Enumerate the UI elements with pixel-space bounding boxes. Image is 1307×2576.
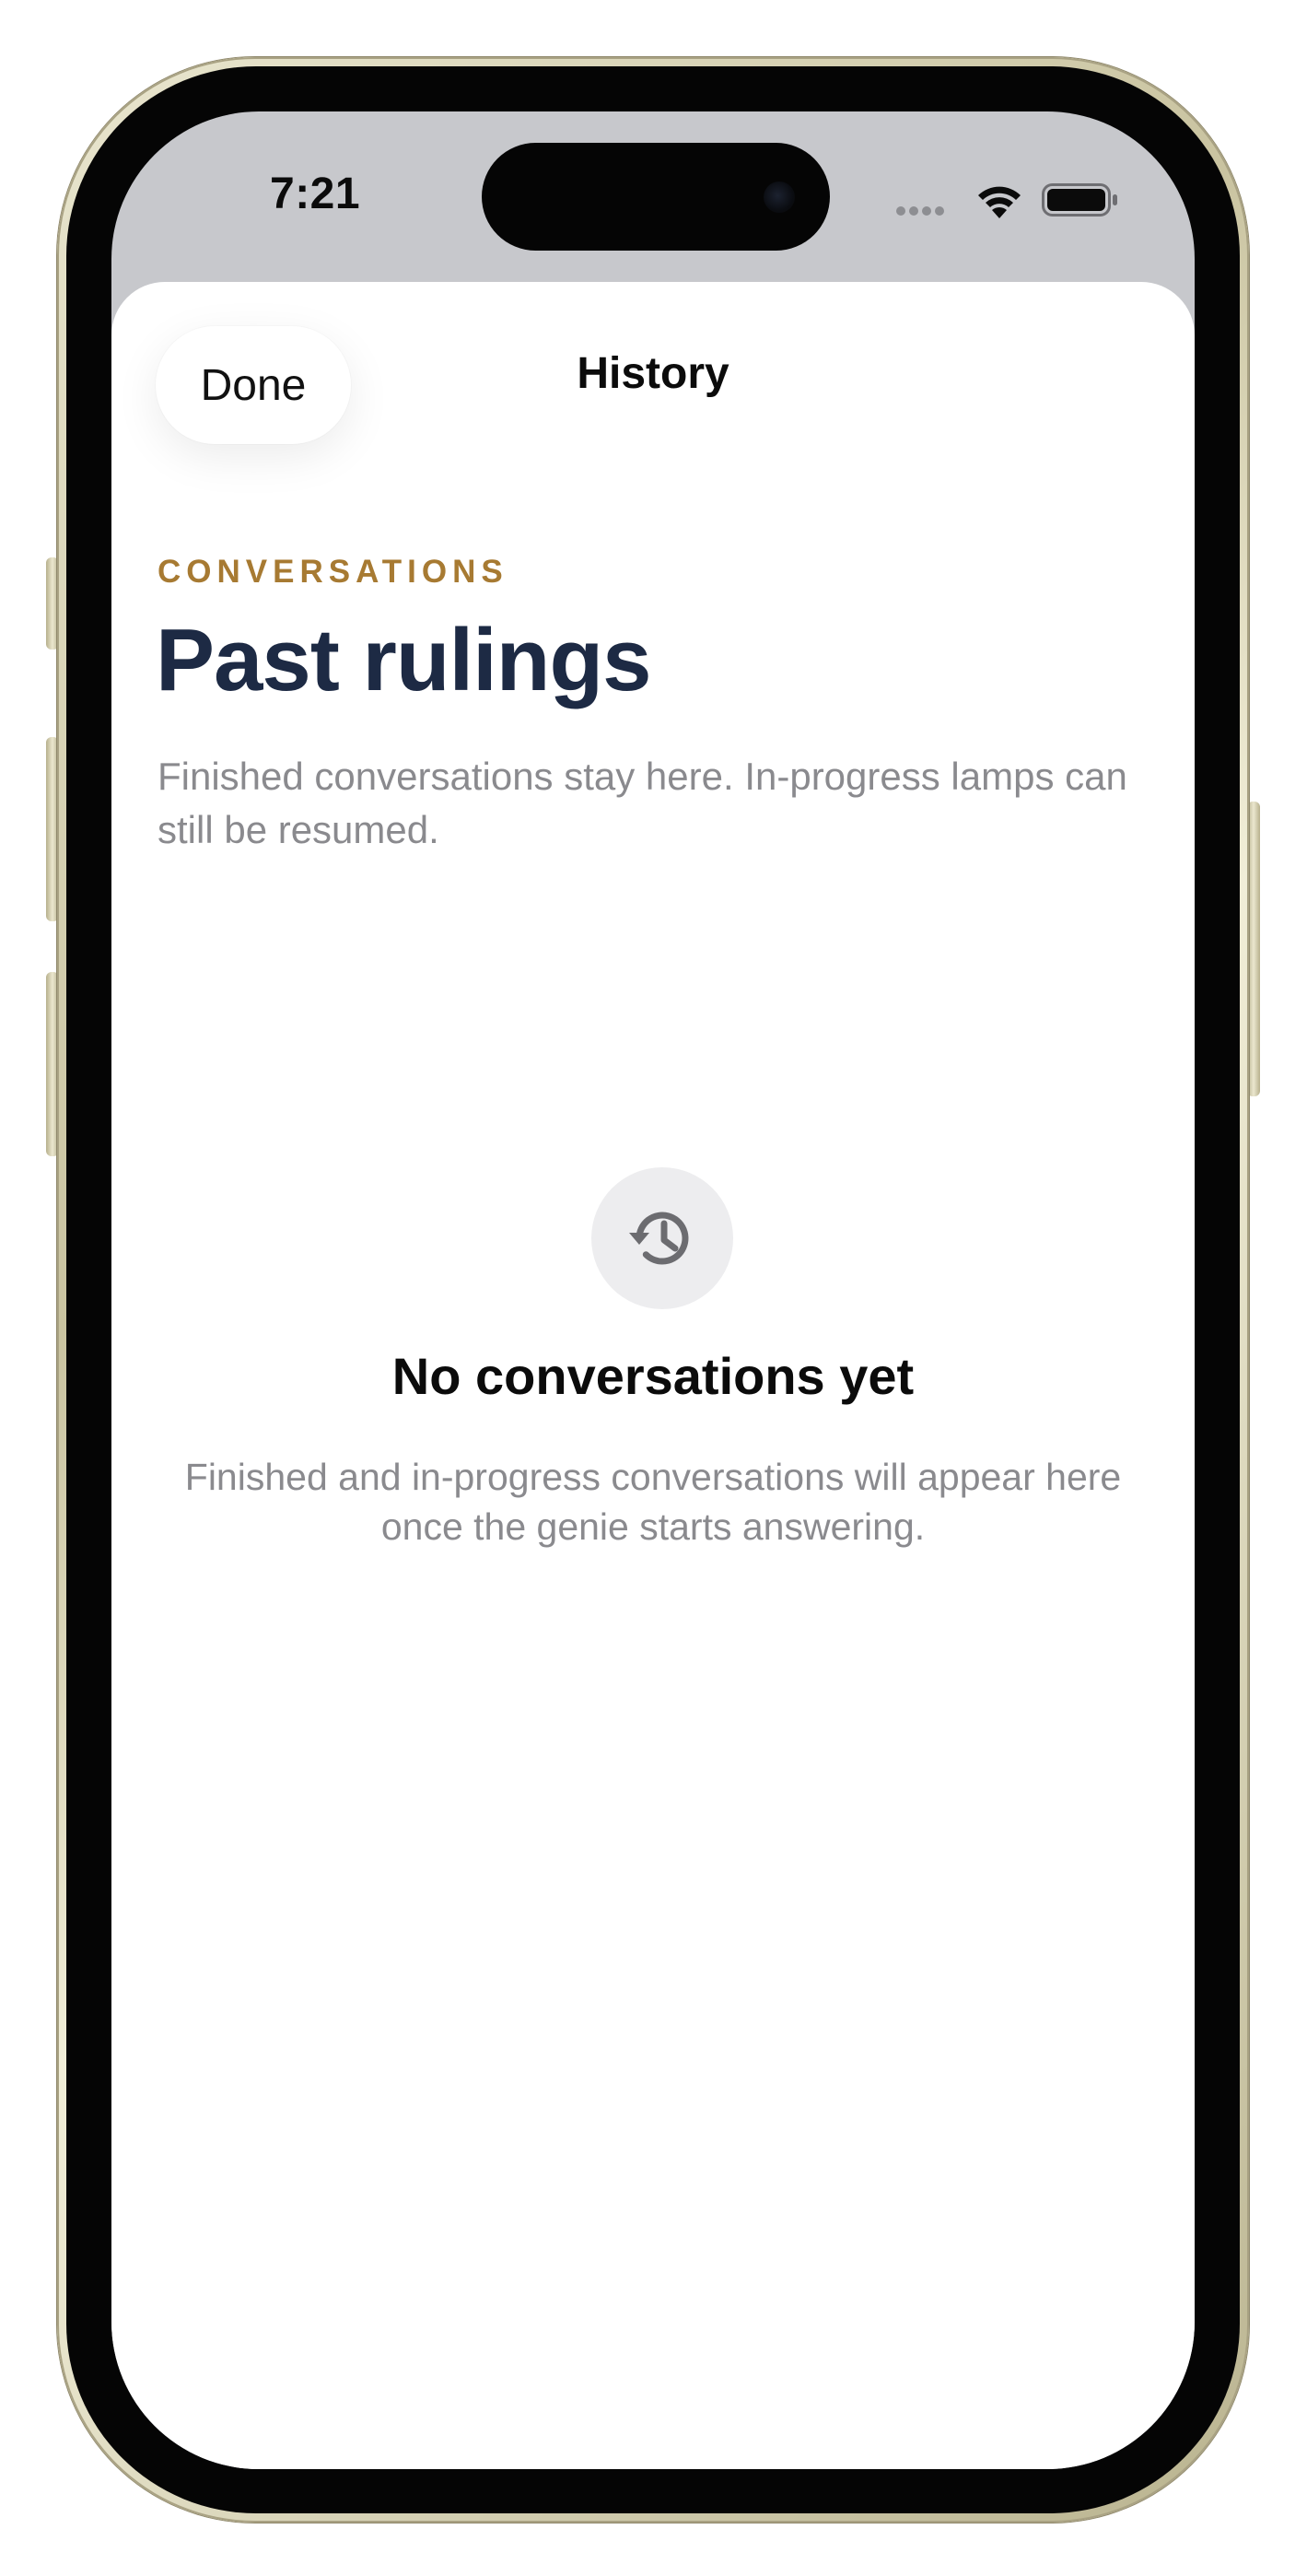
wifi-icon <box>978 186 1021 218</box>
camera-icon <box>764 181 795 213</box>
power-button <box>1247 802 1260 1096</box>
status-bar: 7:21 <box>111 111 1195 277</box>
history-icon <box>629 1212 689 1265</box>
page-title: Past rulings <box>156 611 651 709</box>
cellular-signal-icon <box>896 204 951 216</box>
canvas: 7:21 Done History CONVERSATIONS Past rul… <box>0 0 1307 2576</box>
history-sheet: Done History CONVERSATIONS Past rulings … <box>111 282 1195 2469</box>
empty-state-description: Finished and in-progress conversations w… <box>184 1456 1122 1548</box>
page-subtitle: Finished conversations stay here. In-pro… <box>158 755 1127 851</box>
sheet-title: History <box>577 349 729 398</box>
empty-state-icon-badge <box>591 1167 733 1309</box>
empty-state-title: No conversations yet <box>391 1347 915 1405</box>
battery-icon <box>1042 183 1117 217</box>
screen: 7:21 Done History CONVERSATIONS Past rul… <box>111 111 1195 2469</box>
section-eyebrow: CONVERSATIONS <box>158 554 508 590</box>
dynamic-island <box>482 143 830 251</box>
status-time: 7:21 <box>270 170 361 218</box>
